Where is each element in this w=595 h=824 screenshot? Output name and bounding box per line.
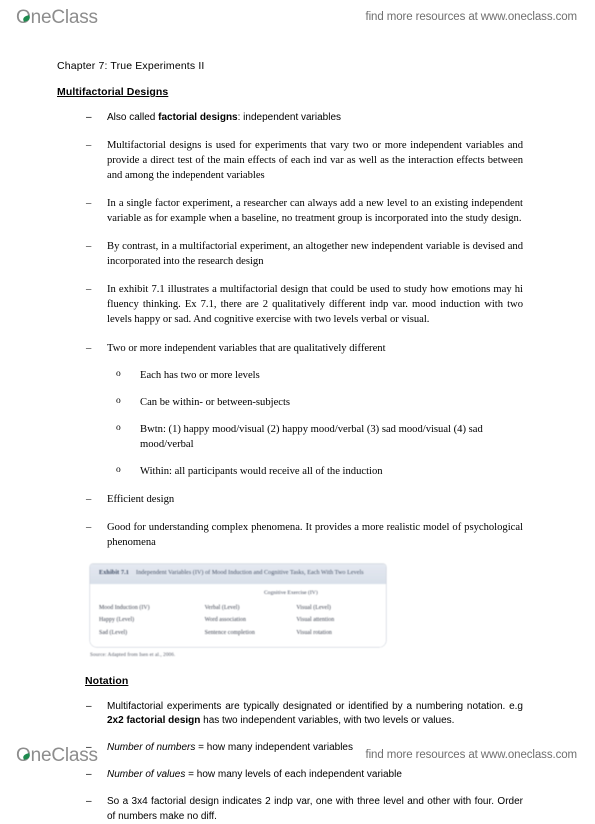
list-item-text: Efficient design: [107, 493, 175, 505]
exhibit-card: Exhibit 7.1 Independent Variables (IV) o…: [90, 563, 386, 647]
table-cell: Happy (Level): [99, 617, 135, 624]
dash-marker: –: [86, 700, 92, 712]
section-heading-notation: Notation: [85, 674, 129, 687]
list-item: – Multifactorial designs is used for exp…: [85, 138, 523, 183]
dash-marker: –: [86, 241, 92, 253]
section-heading-multifactorial-designs: Multifactorial Designs: [57, 86, 169, 98]
dash-marker: –: [86, 284, 92, 296]
dash-marker: –: [86, 112, 92, 123]
list-item-text: By contrast, in a multifactorial experim…: [107, 241, 523, 268]
dash-marker: –: [86, 342, 92, 354]
list-item-text: Two or more independent variables that a…: [107, 342, 386, 354]
dash-marker: –: [86, 521, 92, 533]
page-header-watermark: OneClass find more resources at www.onec…: [0, 2, 595, 32]
table-cell: Word association: [204, 617, 247, 624]
circle-marker: o: [116, 395, 121, 406]
list-item: – Also called factorial designs: indepen…: [85, 111, 523, 125]
list-item: – By contrast, in a multifactorial exper…: [85, 239, 523, 269]
list-item: – Good for understanding complex phenome…: [85, 520, 523, 550]
list-item: – Number of values = how many levels of …: [85, 768, 523, 782]
list-item: – In exhibit 7.1 illustrates a multifact…: [85, 282, 523, 327]
list-item-text-b: has two independent variables, with two …: [200, 714, 455, 726]
list-item-text-b: = how many levels of each independent va…: [185, 769, 402, 781]
circle-marker: o: [116, 464, 121, 475]
table-row: Mood Induction (IV) Verbal (Level) Visua…: [99, 601, 377, 614]
table-cell: Visual attention: [296, 617, 335, 624]
table-cell: Verbal (Level): [204, 604, 240, 611]
sub-list-item: o Each has two or more levels: [113, 368, 533, 383]
table-row: Happy (Level) Word association Visual at…: [99, 614, 377, 627]
sub-list-item-text: Can be within- or between-subjects: [140, 396, 291, 408]
table-cell: Visual (Level): [296, 604, 331, 611]
list-item-text: Multifactorial designs is used for exper…: [107, 140, 523, 182]
exhibit-image: Exhibit 7.1 Independent Variables (IV) o…: [90, 563, 386, 658]
dash-marker: –: [86, 493, 92, 505]
dash-marker: –: [86, 796, 92, 808]
list-item-text: In exhibit 7.1 illustrates a multifactor…: [107, 284, 523, 326]
table-cell: Sad (Level): [99, 630, 128, 637]
footer-tagline: find more resources at www.oneclass.com: [365, 749, 578, 761]
list-item-text: In a single factor experiment, a researc…: [107, 198, 523, 225]
header-tagline: find more resources at www.oneclass.com: [365, 11, 578, 23]
table-header-blank: [99, 590, 205, 601]
list-item-text: Good for understanding complex phenomena…: [107, 521, 523, 548]
sub-list-item: o Within: all participants would receive…: [113, 464, 533, 479]
document-page: Chapter 7: True Experiments II Multifact…: [0, 40, 595, 824]
oneclass-logo: OneClass: [16, 8, 98, 27]
list-item-bold: factorial designs: [158, 112, 238, 123]
circle-marker: o: [116, 368, 121, 379]
table-row: Sad (Level) Sentence completion Visual r…: [99, 627, 377, 640]
oneclass-logo-footer: OneClass: [16, 746, 98, 765]
chapter-title: Chapter 7: True Experiments II: [57, 60, 205, 72]
list-item: – Efficient design: [85, 492, 523, 507]
exhibit-table: Cognitive Exercise (IV) Mood Induction (…: [99, 590, 377, 639]
list-item: – In a single factor experiment, a resea…: [85, 196, 523, 226]
list-item: – Multifactorial experiments are typical…: [85, 700, 523, 728]
dash-marker: –: [86, 198, 92, 210]
dash-marker: –: [86, 140, 92, 152]
page-footer-watermark: OneClass find more resources at www.onec…: [0, 740, 595, 770]
sub-list-item: o Can be within- or between-subjects: [113, 395, 533, 410]
table-cell: Mood Induction (IV): [99, 604, 150, 611]
exhibit-source: Source: Adapted from Isen et al., 2006.: [90, 651, 176, 658]
table-header-row: Cognitive Exercise (IV): [99, 590, 377, 601]
table-cell: Sentence completion: [204, 630, 255, 637]
list-item-text-a: Multifactorial experiments are typically…: [107, 700, 523, 712]
exhibit-label: Exhibit 7.1: [99, 569, 129, 577]
sub-list-item-text: Within: all participants would receive a…: [140, 465, 383, 477]
list-item: – So a 3x4 factorial design indicates 2 …: [85, 795, 523, 823]
table-cell: Visual rotation: [296, 630, 332, 637]
list-item-italic: Number of values: [107, 769, 186, 781]
list-item-bold: 2x2 factorial design: [107, 714, 201, 726]
sub-list-item: o Bwtn: (1) happy mood/visual (2) happy …: [113, 422, 533, 452]
exhibit-body: Cognitive Exercise (IV) Mood Induction (…: [90, 584, 386, 647]
circle-marker: o: [116, 422, 121, 433]
list-item: – Two or more independent variables that…: [85, 341, 523, 356]
table-header-cognitive-exercise: Cognitive Exercise (IV): [263, 590, 318, 597]
sub-list-item-text: Bwtn: (1) happy mood/visual (2) happy mo…: [140, 423, 483, 450]
exhibit-caption: Independent Variables (IV) of Mood Induc…: [135, 569, 364, 576]
dash-marker: –: [86, 769, 92, 781]
list-item-text-b: : independent variables: [237, 112, 342, 123]
list-item-text: So a 3x4 factorial design indicates 2 in…: [107, 796, 523, 822]
list-item-text-a: Also called: [107, 112, 159, 123]
exhibit-header: Exhibit 7.1 Independent Variables (IV) o…: [90, 563, 386, 585]
sub-list-item-text: Each has two or more levels: [140, 369, 260, 381]
